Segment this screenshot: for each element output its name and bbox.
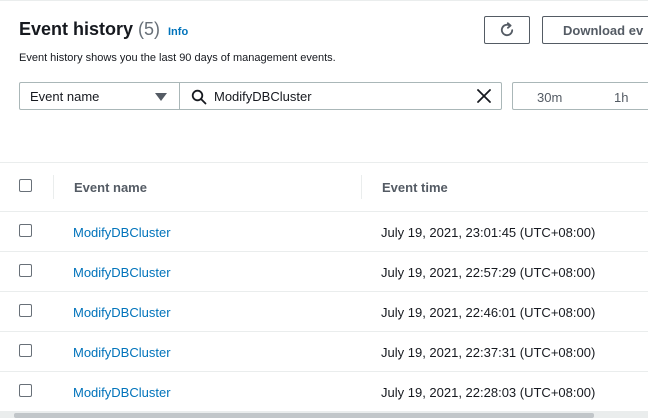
table-row: ModifyDBCluster July 19, 2021, 23:01:45 … bbox=[0, 212, 648, 252]
table-header: Event name Event time bbox=[0, 163, 648, 212]
select-all-checkbox[interactable] bbox=[19, 179, 32, 192]
column-header-event-name[interactable]: Event name bbox=[74, 180, 147, 195]
event-name-link[interactable]: ModifyDBCluster bbox=[73, 225, 171, 240]
page-title: Event history (5) bbox=[19, 19, 160, 40]
table-row: ModifyDBCluster July 19, 2021, 22:28:03 … bbox=[0, 372, 648, 412]
top-divider bbox=[0, 0, 648, 1]
lookup-attribute-select[interactable]: Event name bbox=[19, 82, 180, 110]
column-divider bbox=[361, 175, 362, 199]
info-link[interactable]: Info bbox=[168, 26, 188, 38]
row-checkbox[interactable] bbox=[19, 384, 32, 397]
range-1h[interactable]: 1h bbox=[614, 90, 628, 105]
event-name-link[interactable]: ModifyDBCluster bbox=[73, 305, 171, 320]
search-input[interactable]: ModifyDBCluster bbox=[179, 82, 502, 110]
row-checkbox[interactable] bbox=[19, 304, 32, 317]
row-checkbox[interactable] bbox=[19, 224, 32, 237]
event-name-link[interactable]: ModifyDBCluster bbox=[73, 265, 171, 280]
column-divider bbox=[53, 175, 54, 199]
event-time: July 19, 2021, 22:37:31 (UTC+08:00) bbox=[381, 345, 596, 360]
page-title-text: Event history bbox=[19, 19, 134, 39]
search-value: ModifyDBCluster bbox=[214, 89, 312, 104]
row-checkbox[interactable] bbox=[19, 264, 32, 277]
table-row: ModifyDBCluster July 19, 2021, 22:57:29 … bbox=[0, 252, 648, 292]
search-icon bbox=[191, 89, 207, 105]
event-count: (5) bbox=[138, 19, 161, 39]
range-30m[interactable]: 30m bbox=[537, 90, 562, 105]
table-row: ModifyDBCluster July 19, 2021, 22:46:01 … bbox=[0, 292, 648, 332]
refresh-icon bbox=[500, 22, 514, 37]
caret-down-icon bbox=[155, 93, 167, 101]
page-description: Event history shows you the last 90 days… bbox=[19, 52, 336, 64]
table-row: ModifyDBCluster July 19, 2021, 22:37:31 … bbox=[0, 332, 648, 372]
download-events-button[interactable]: Download ev bbox=[542, 16, 648, 44]
time-range-selector: 30m 1h bbox=[512, 82, 648, 110]
event-time: July 19, 2021, 22:28:03 (UTC+08:00) bbox=[381, 385, 596, 400]
refresh-button[interactable] bbox=[484, 16, 530, 44]
event-time: July 19, 2021, 22:46:01 (UTC+08:00) bbox=[381, 305, 596, 320]
lookup-attribute-value: Event name bbox=[30, 89, 100, 104]
horizontal-scrollbar-thumb[interactable] bbox=[14, 413, 594, 418]
event-name-link[interactable]: ModifyDBCluster bbox=[73, 385, 171, 400]
clear-icon[interactable] bbox=[476, 88, 492, 104]
event-time: July 19, 2021, 23:01:45 (UTC+08:00) bbox=[381, 225, 596, 240]
event-time: July 19, 2021, 22:57:29 (UTC+08:00) bbox=[381, 265, 596, 280]
column-header-event-time[interactable]: Event time bbox=[382, 180, 448, 195]
event-name-link[interactable]: ModifyDBCluster bbox=[73, 345, 171, 360]
row-checkbox[interactable] bbox=[19, 344, 32, 357]
